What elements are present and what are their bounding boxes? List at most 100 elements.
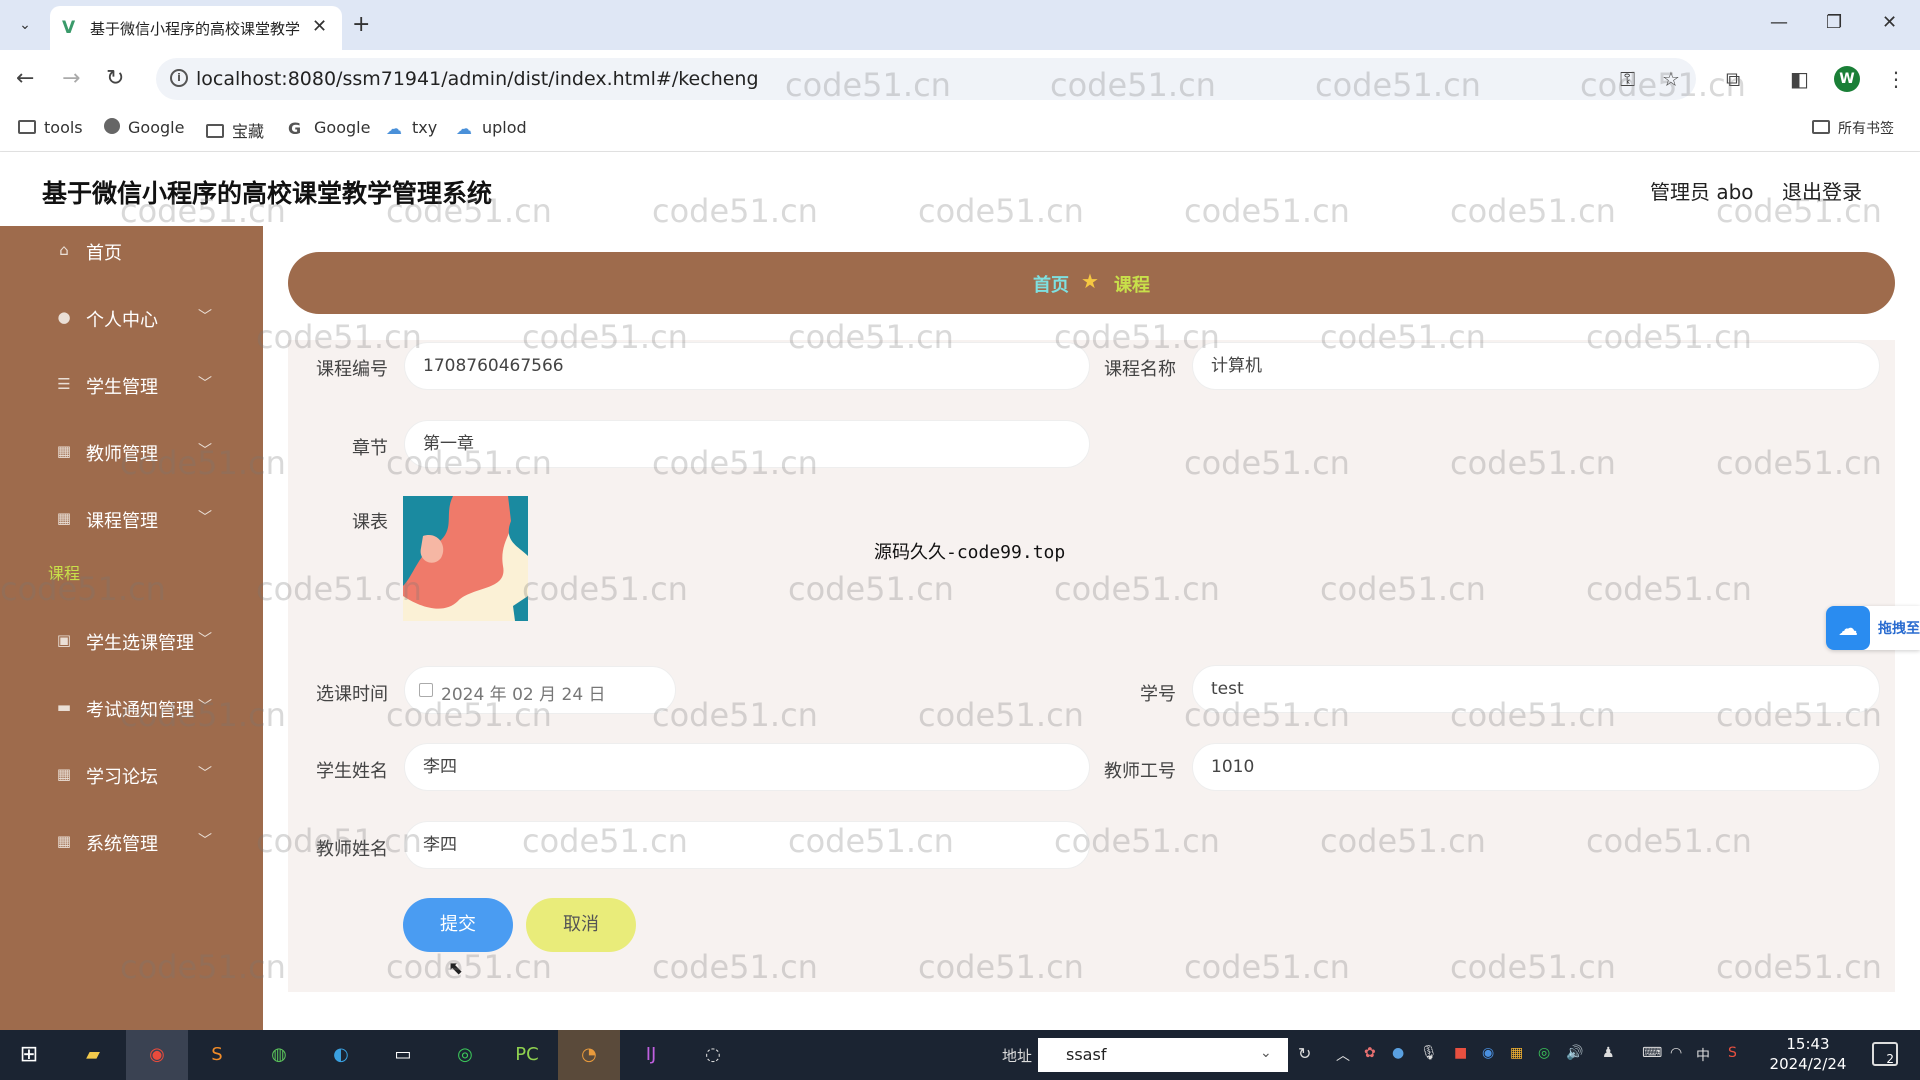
terminal-icon[interactable]: ▭ bbox=[386, 1038, 420, 1072]
sidepanel-icon[interactable]: ◧ bbox=[1790, 68, 1809, 90]
volume-icon[interactable]: 🔊 bbox=[1566, 1045, 1583, 1061]
close-window-icon[interactable]: ✕ bbox=[1882, 12, 1897, 33]
cancel-button[interactable]: 取消 bbox=[526, 898, 636, 952]
chrome-icon[interactable]: ◉ bbox=[140, 1038, 174, 1072]
student-name-field[interactable]: 李四 bbox=[404, 743, 1090, 791]
teacher-name-field[interactable]: 李四 bbox=[404, 821, 1090, 869]
sidebar-item-system[interactable]: ▦ 系统管理 ﹀ bbox=[0, 817, 263, 867]
reload-icon[interactable]: ↻ bbox=[106, 66, 124, 92]
sidebar-item-courses[interactable]: ▦ 课程管理 ﹀ bbox=[0, 494, 263, 544]
tray-app-icon[interactable]: ● bbox=[1392, 1045, 1404, 1061]
forward-icon[interactable]: → bbox=[62, 66, 80, 92]
bookmark-google[interactable]: Google bbox=[104, 118, 184, 137]
minimize-icon[interactable]: — bbox=[1770, 12, 1788, 33]
intellij-icon[interactable]: IJ bbox=[634, 1038, 668, 1072]
bookmark-star-icon[interactable]: ☆ bbox=[1662, 68, 1680, 90]
tray-expand-icon[interactable]: ︿ bbox=[1336, 1045, 1350, 1065]
app-icon[interactable]: ◔ bbox=[572, 1038, 606, 1072]
pycharm-icon[interactable]: PC bbox=[510, 1038, 544, 1072]
bookmark-tools[interactable]: tools bbox=[18, 118, 83, 137]
browser-tabstrip: ⌄ V 基于微信小程序的高校课堂教学 ✕ + — ❐ ✕ bbox=[0, 0, 1920, 50]
browser-toolbar: ← → ↻ i localhost:8080/ssm71941/admin/di… bbox=[0, 50, 1920, 108]
taskbar-clock[interactable]: 15:43 2024/2/24 bbox=[1768, 1034, 1848, 1074]
edge-icon[interactable]: ◐ bbox=[324, 1038, 358, 1072]
submit-button[interactable]: 提交 bbox=[403, 898, 513, 952]
windows-start-icon[interactable]: ⊞ bbox=[12, 1038, 46, 1072]
chat-app-icon[interactable]: ◌ bbox=[696, 1038, 730, 1072]
extensions-icon[interactable]: ⧉ bbox=[1726, 68, 1740, 90]
address-toolbar-input[interactable]: ssasf ⌄ bbox=[1038, 1038, 1288, 1072]
all-bookmarks[interactable]: 所有书签 bbox=[1812, 118, 1894, 138]
sidebar: ⌂ 首页 ● 个人中心 ﹀ ☰ 学生管理 ﹀ ▦ 教师管理 ﹀ ▦ 课程管理 ﹀… bbox=[0, 226, 263, 1030]
tray-app-icon[interactable]: ■ bbox=[1454, 1045, 1467, 1061]
ime-language[interactable]: 中 bbox=[1696, 1045, 1710, 1065]
drag-upload-float-button[interactable]: ☁ 拖拽至 bbox=[1826, 606, 1920, 650]
sidebar-item-forum[interactable]: ▦ 学习论坛 ﹀ bbox=[0, 750, 263, 800]
address-toolbar-value: ssasf bbox=[1066, 1045, 1107, 1064]
student-no-field[interactable]: test bbox=[1192, 665, 1880, 713]
back-icon[interactable]: ← bbox=[16, 66, 34, 92]
browser-360-icon[interactable]: ◍ bbox=[262, 1038, 296, 1072]
bookmark-treasure[interactable]: 宝藏 bbox=[206, 118, 264, 142]
tray-app-icon[interactable]: ▦ bbox=[1510, 1045, 1523, 1061]
sidebar-item-exam-notice[interactable]: ▬ 考试通知管理 ﹀ bbox=[0, 683, 263, 733]
chevron-down-icon[interactable]: ⌄ bbox=[1260, 1045, 1272, 1061]
new-tab-icon[interactable]: + bbox=[352, 12, 370, 37]
sidebar-item-home[interactable]: ⌂ 首页 bbox=[0, 226, 263, 276]
user-icon: ● bbox=[57, 308, 71, 326]
sidebar-item-students[interactable]: ☰ 学生管理 ﹀ bbox=[0, 360, 263, 410]
address-bar[interactable]: i localhost:8080/ssm71941/admin/dist/ind… bbox=[156, 58, 1696, 100]
chevron-down-icon: ﹀ bbox=[198, 632, 212, 648]
url-text[interactable]: localhost:8080/ssm71941/admin/dist/index… bbox=[196, 68, 759, 90]
home-icon: ⌂ bbox=[59, 241, 69, 259]
sidebar-item-personal[interactable]: ● 个人中心 ﹀ bbox=[0, 293, 263, 343]
close-tab-icon[interactable]: ✕ bbox=[312, 16, 327, 37]
course-no-label: 课程编号 bbox=[316, 359, 388, 380]
select-time-label: 选课时间 bbox=[316, 684, 388, 705]
chevron-down-icon: ﹀ bbox=[198, 443, 212, 459]
file-explorer-icon[interactable]: ▰ bbox=[76, 1038, 110, 1072]
sidebar-item-label: 考试通知管理 bbox=[86, 700, 194, 721]
tray-app-icon[interactable]: ✿ bbox=[1364, 1045, 1376, 1061]
qq-tray-icon[interactable]: ♟ bbox=[1602, 1045, 1615, 1061]
chevron-down-icon: ﹀ bbox=[198, 699, 212, 715]
teacher-no-field[interactable]: 1010 bbox=[1192, 743, 1880, 791]
sogou-icon[interactable]: S bbox=[1728, 1045, 1737, 1061]
breadcrumb-home[interactable]: 首页 bbox=[1033, 271, 1069, 297]
notification-center-icon[interactable]: 2 bbox=[1872, 1042, 1898, 1066]
chapter-field[interactable]: 第一章 bbox=[404, 420, 1090, 468]
wechat-icon[interactable]: ◎ bbox=[448, 1038, 482, 1072]
tab-list-chevron-icon[interactable]: ⌄ bbox=[12, 12, 38, 38]
logout-link[interactable]: 退出登录 bbox=[1782, 176, 1862, 205]
wechat-tray-icon[interactable]: ◎ bbox=[1538, 1045, 1550, 1061]
microphone-icon[interactable]: 🎙 bbox=[1420, 1045, 1438, 1061]
bookmark-uplod[interactable]: ☁ uplod bbox=[456, 118, 527, 138]
sidebar-item-enrollment[interactable]: ▣ 学生选课管理 ﹀ bbox=[0, 616, 263, 666]
sidebar-item-label: 教师管理 bbox=[86, 444, 158, 465]
sidebar-item-label: 学习论坛 bbox=[86, 767, 158, 788]
menu-icon[interactable]: ⋮ bbox=[1886, 68, 1906, 90]
overlay-watermark-text: 源码久久-code99.top bbox=[874, 542, 1066, 563]
sidebar-item-teachers[interactable]: ▦ 教师管理 ﹀ bbox=[0, 427, 263, 477]
bookmark-google-2[interactable]: G Google bbox=[288, 118, 370, 138]
wifi-icon[interactable]: ◠ bbox=[1670, 1045, 1682, 1061]
ime-mode-icon[interactable]: ⌨ bbox=[1642, 1045, 1662, 1061]
select-time-datepicker[interactable]: 2024 年 02 月 24 日 bbox=[404, 666, 676, 714]
sidebar-item-label: 系统管理 bbox=[86, 834, 158, 855]
sublime-icon[interactable]: S bbox=[200, 1038, 234, 1072]
tray-app-icon[interactable]: ◉ bbox=[1482, 1045, 1494, 1061]
sidebar-subitem-course[interactable]: 课程 bbox=[48, 560, 80, 584]
site-info-icon[interactable]: i bbox=[170, 69, 188, 87]
image-icon: ▣ bbox=[56, 631, 72, 649]
course-name-field[interactable]: 计算机 bbox=[1192, 342, 1880, 390]
bookmark-txy[interactable]: ☁ txy bbox=[386, 118, 437, 138]
schedule-image[interactable] bbox=[403, 496, 528, 621]
key-icon[interactable]: ⚿ bbox=[1620, 68, 1635, 90]
select-time-value: 2024 年 02 月 24 日 bbox=[441, 685, 606, 705]
course-no-field[interactable]: 1708760467566 bbox=[404, 342, 1090, 390]
star-icon: ★ bbox=[1081, 269, 1099, 293]
browser-tab[interactable]: V 基于微信小程序的高校课堂教学 ✕ bbox=[50, 6, 342, 50]
profile-avatar[interactable]: W bbox=[1834, 66, 1860, 92]
refresh-icon[interactable]: ↻ bbox=[1298, 1044, 1311, 1063]
restore-icon[interactable]: ❐ bbox=[1826, 12, 1842, 33]
